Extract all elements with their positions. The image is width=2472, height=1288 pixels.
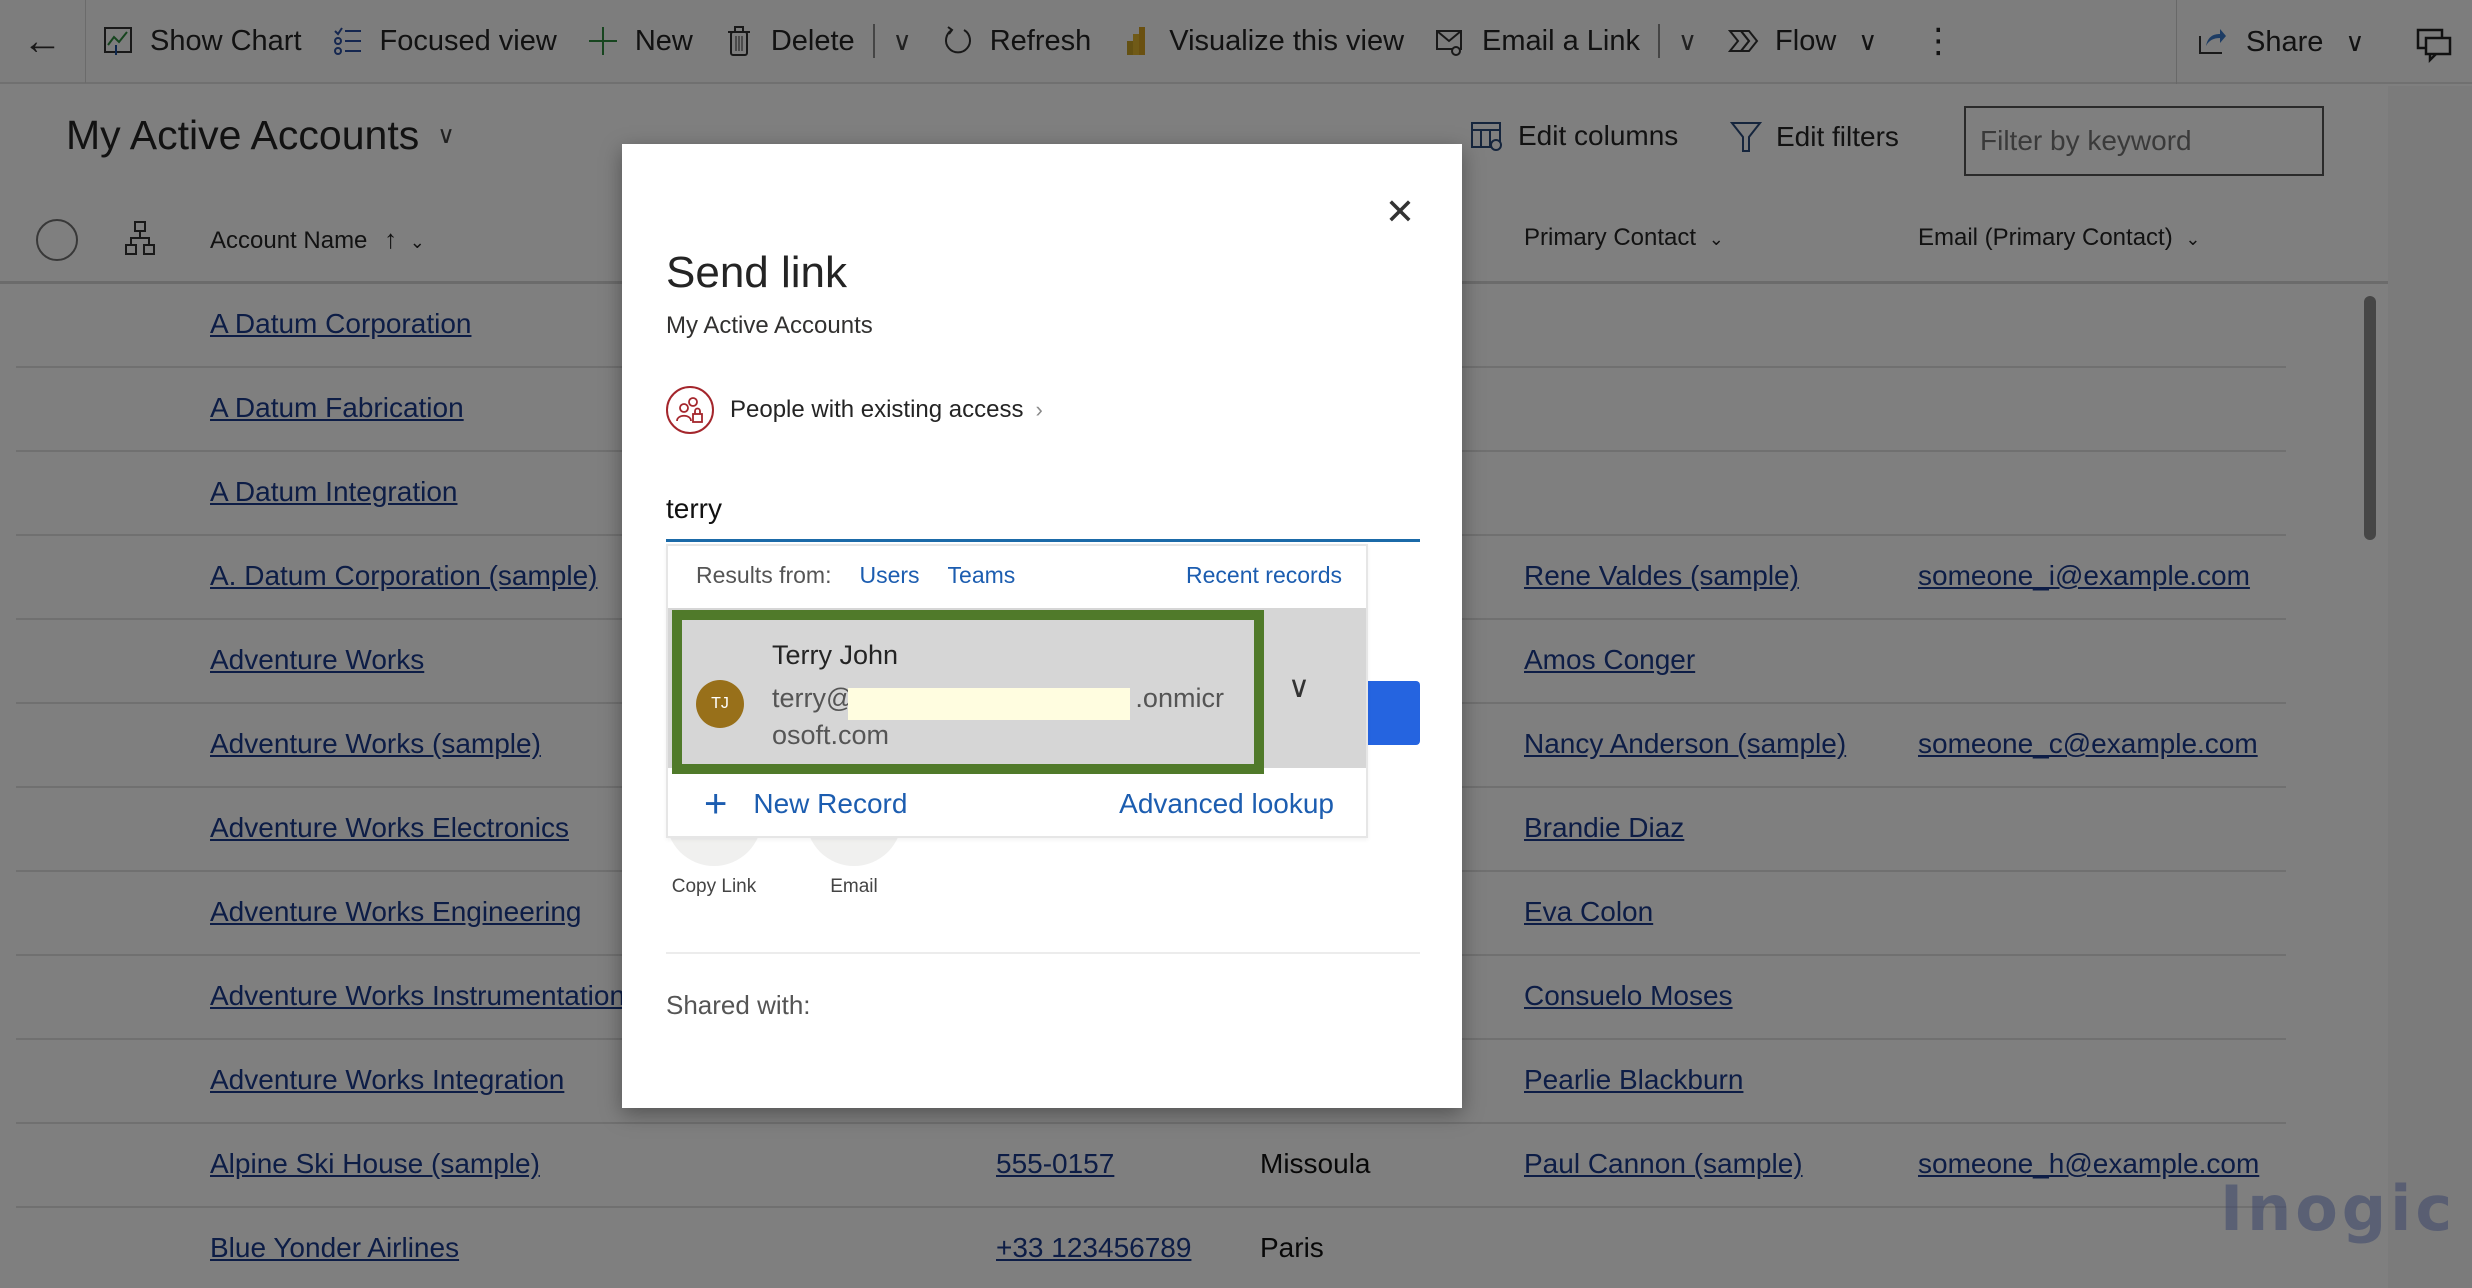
results-header: Results from: Users Teams Recent records	[696, 562, 1342, 589]
send-link-dialog: ✕ Send link My Active Accounts People wi…	[622, 144, 1462, 1108]
highlight-box	[672, 610, 1264, 774]
results-tab-users[interactable]: Users	[859, 562, 919, 589]
close-icon: ✕	[1384, 191, 1416, 232]
lookup-footer: + New Record Advanced lookup	[668, 772, 1366, 836]
people-lock-icon	[666, 386, 714, 434]
recent-records-link[interactable]: Recent records	[1186, 562, 1342, 589]
lookup-results-dropdown: Results from: Users Teams Recent records…	[666, 544, 1368, 838]
chevron-down-icon: ∨	[1288, 671, 1310, 704]
dialog-subtitle: My Active Accounts	[666, 312, 873, 339]
chevron-right-icon: ›	[1035, 397, 1043, 422]
advanced-lookup-link[interactable]: Advanced lookup	[1119, 788, 1334, 820]
results-from-label: Results from:	[696, 562, 832, 588]
close-button[interactable]: ✕	[1378, 190, 1422, 234]
shared-with-label: Shared with:	[666, 990, 811, 1020]
recipient-search-input[interactable]	[666, 478, 1420, 542]
expand-result-button[interactable]: ∨	[1288, 670, 1310, 705]
plus-icon: +	[704, 781, 728, 826]
dialog-title: Send link	[666, 248, 848, 297]
email-label: Email	[830, 876, 878, 897]
results-tab-teams[interactable]: Teams	[948, 562, 1016, 589]
copy-link-label: Copy Link	[671, 876, 757, 897]
divider	[666, 952, 1420, 954]
access-label: People with existing access	[730, 396, 1024, 423]
new-record-link[interactable]: New Record	[753, 788, 907, 820]
people-with-existing-access-link[interactable]: People with existing access ›	[666, 386, 1043, 434]
